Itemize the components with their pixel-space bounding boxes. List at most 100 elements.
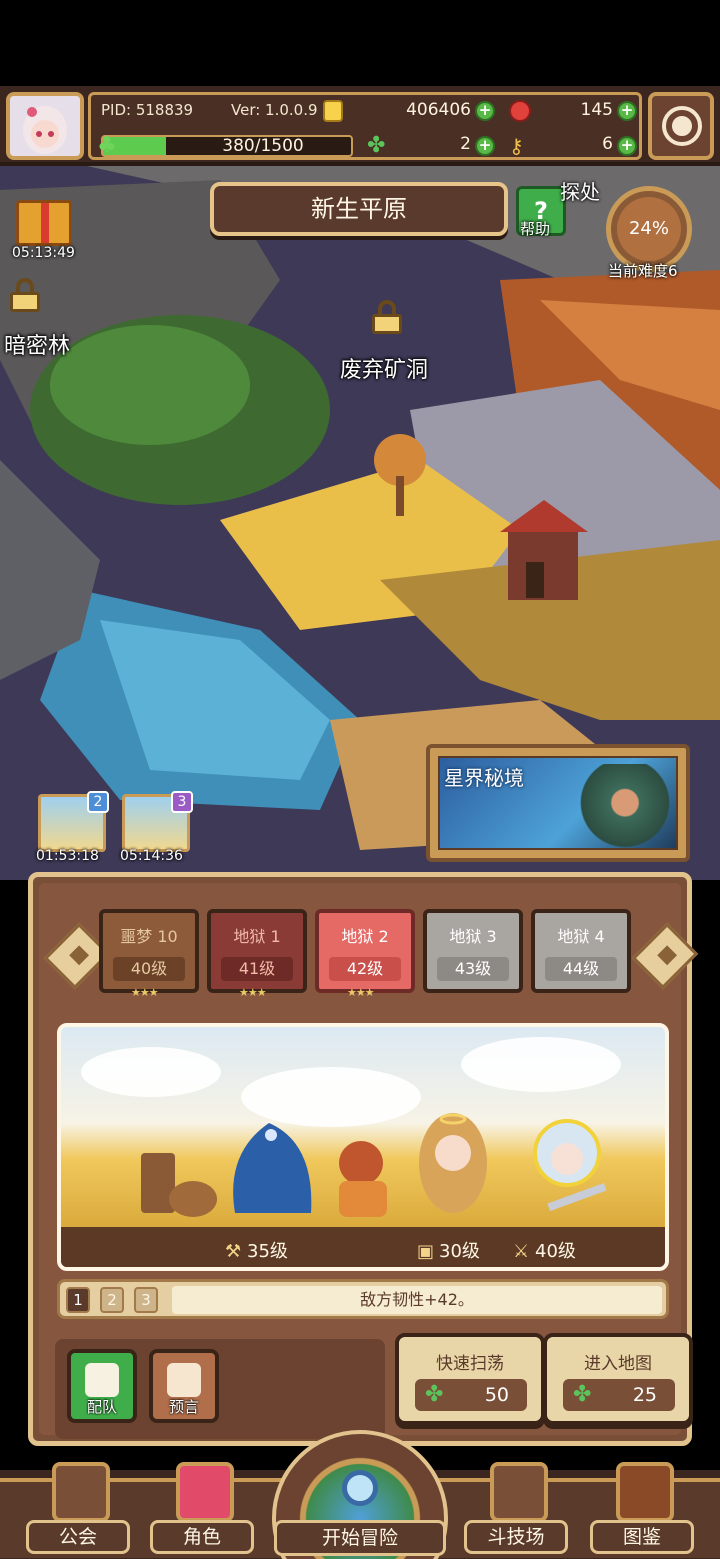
team-setup-button[interactable]: 配队 [67, 1349, 137, 1423]
lock-icon [8, 278, 42, 312]
stage-name: 地狱 3 [449, 927, 497, 946]
add-clover-button[interactable]: + [475, 136, 495, 156]
crossed-swords-icon [490, 1462, 548, 1522]
player-avatar[interactable] [6, 92, 84, 160]
start-adventure-label: 开始冒险 [274, 1520, 446, 1556]
clover-icon: ✤ [573, 1382, 592, 1407]
nav-character-label: 角色 [150, 1520, 254, 1554]
quick-sweep-label: 快速扫荡 [436, 1354, 504, 1374]
stage-tab-hell-1[interactable]: 地狱 1 41级 ★★★ [207, 909, 307, 999]
sword-icon: ⚔ [513, 1241, 530, 1262]
buff-page-2[interactable]: 2 [100, 1287, 124, 1313]
xp-bar: ♣ 380/1500 [97, 134, 353, 158]
nav-codex[interactable]: 图鉴 [590, 1462, 700, 1559]
stage-tab-hell-4[interactable]: 地狱 4 44级 [531, 909, 631, 993]
nav-arena[interactable]: 斗技场 [464, 1462, 574, 1559]
stage-level: 43级 [437, 957, 509, 981]
nav-guild[interactable]: 公会 [26, 1462, 136, 1559]
sword-level: 40级 [535, 1241, 576, 1262]
quick-sweep-cost: ✤ 50 [415, 1379, 527, 1411]
stat-sword: ⚔ 40级 [513, 1237, 576, 1263]
chest-icon: ▣ [417, 1241, 435, 1262]
gift-box-button[interactable] [16, 200, 72, 246]
star-rating: ★★★ [347, 986, 375, 999]
chevron-left-icon [69, 945, 90, 966]
buff-page-3[interactable]: 3 [134, 1287, 158, 1313]
stage-name: 地狱 2 [341, 927, 389, 946]
astral-realm-banner[interactable]: 星界秘境 [426, 744, 690, 862]
player-id: PID: 518839 [101, 101, 194, 119]
star-rating: ★★★ [131, 986, 159, 999]
stage-tab-nightmare-10[interactable]: 噩梦 10 40级 ★★★ [99, 909, 199, 999]
stage-level: 41级 [221, 957, 293, 981]
quick-sweep-button[interactable]: 快速扫荡 ✤ 50 [395, 1333, 545, 1425]
version-label: Ver: 1.0.0.9 [231, 101, 318, 119]
battle-preview: ⚒ 35级 ▣ 30级 ⚔ 40级 [57, 1023, 669, 1271]
stat-chest: ▣ 30级 [417, 1237, 480, 1263]
slot-badge: 2 [87, 791, 109, 813]
gift-icon [41, 203, 49, 243]
card-slot-3[interactable]: 3 [122, 791, 193, 852]
stage-panel: 噩梦 10 40级 ★★★ 地狱 1 41级 ★★★ 地狱 2 42级 ★★★ … [28, 872, 699, 1446]
banner-title: 星界秘境 [444, 766, 524, 790]
cloud [81, 1047, 221, 1097]
nav-character[interactable]: 角色 [150, 1462, 260, 1559]
enter-map-label: 进入地图 [584, 1354, 652, 1374]
stage-tab-hell-2[interactable]: 地狱 2 42级 ★★★ [315, 909, 415, 999]
settings-button[interactable] [648, 92, 714, 160]
stage-buff-row: 1 2 3 敌方韧性+42。 [57, 1279, 669, 1319]
gear-icon [662, 106, 702, 146]
lock-icon [370, 300, 404, 334]
enemy-monkey [339, 1141, 387, 1217]
pickaxe-level: 35级 [247, 1241, 288, 1262]
stage-name: 地狱 1 [233, 927, 281, 946]
card-slot-timer: 01:53:18 [36, 848, 99, 864]
coin-icon [323, 100, 343, 122]
stat-pickaxe: ⚒ 35级 [225, 1237, 288, 1263]
player-info-panel: PID: 518839 Ver: 1.0.0.9 406406 + 145 + … [88, 92, 642, 160]
buff-description: 敌方韧性+42。 [172, 1286, 662, 1314]
cloud [461, 1037, 621, 1092]
card-slot-2[interactable]: 2 [38, 791, 109, 852]
key-amount: 6 [602, 134, 613, 154]
character-icon [176, 1462, 234, 1522]
clover-icon: ✤ [367, 133, 386, 158]
stage-tab-hell-3[interactable]: 地狱 3 43级 [423, 909, 523, 993]
top-status-bar: PID: 518839 Ver: 1.0.0.9 406406 + 145 + … [0, 86, 720, 166]
chest-level: 30级 [439, 1241, 480, 1262]
clover-amount: 2 [460, 134, 471, 154]
xp-text: 380/1500 [222, 136, 304, 156]
start-adventure-button[interactable]: 开始冒险 [272, 1430, 448, 1559]
buff-page-1[interactable]: 1 [66, 1287, 90, 1313]
stage-level: 42级 [329, 957, 401, 981]
stage-level: 44级 [545, 957, 617, 981]
add-key-button[interactable]: + [617, 136, 637, 156]
status-area [0, 0, 720, 86]
nav-codex-label: 图鉴 [590, 1520, 694, 1554]
pickaxe-icon: ⚒ [225, 1241, 242, 1262]
stage-name: 地狱 4 [557, 927, 605, 946]
prophecy-label: 预言 [168, 1398, 199, 1416]
enter-map-button[interactable]: 进入地图 ✤ 25 [543, 1333, 693, 1425]
leaf-icon: ♣ [97, 133, 117, 158]
nav-guild-label: 公会 [26, 1520, 130, 1554]
nav-arena-label: 斗技场 [464, 1520, 568, 1554]
hero-blonde-girl [419, 1113, 487, 1213]
locked-area-left[interactable]: 暗密林 [4, 328, 70, 360]
team-buttons-area: 配队 预言 [55, 1339, 385, 1439]
slot-badge: 3 [171, 791, 193, 813]
locked-area-center[interactable]: 废弃矿洞 [340, 352, 428, 384]
crystal-ball-icon [167, 1363, 201, 1397]
add-gold-button[interactable]: + [475, 101, 495, 121]
add-ruby-button[interactable]: + [617, 101, 637, 121]
enemy-barrel-bag [141, 1153, 217, 1217]
help-label: 帮助 [520, 220, 551, 238]
prophecy-button[interactable]: 预言 [149, 1349, 219, 1423]
avatar-portrait [10, 96, 80, 156]
gift-timer: 05:13:49 [12, 245, 75, 261]
card-slot-timer: 05:14:36 [120, 848, 183, 864]
explore-label: 探处 [560, 180, 600, 204]
ruby-amount: 145 [580, 100, 613, 120]
region-title: 新生平原 [210, 182, 508, 236]
ruby-icon [509, 100, 531, 122]
